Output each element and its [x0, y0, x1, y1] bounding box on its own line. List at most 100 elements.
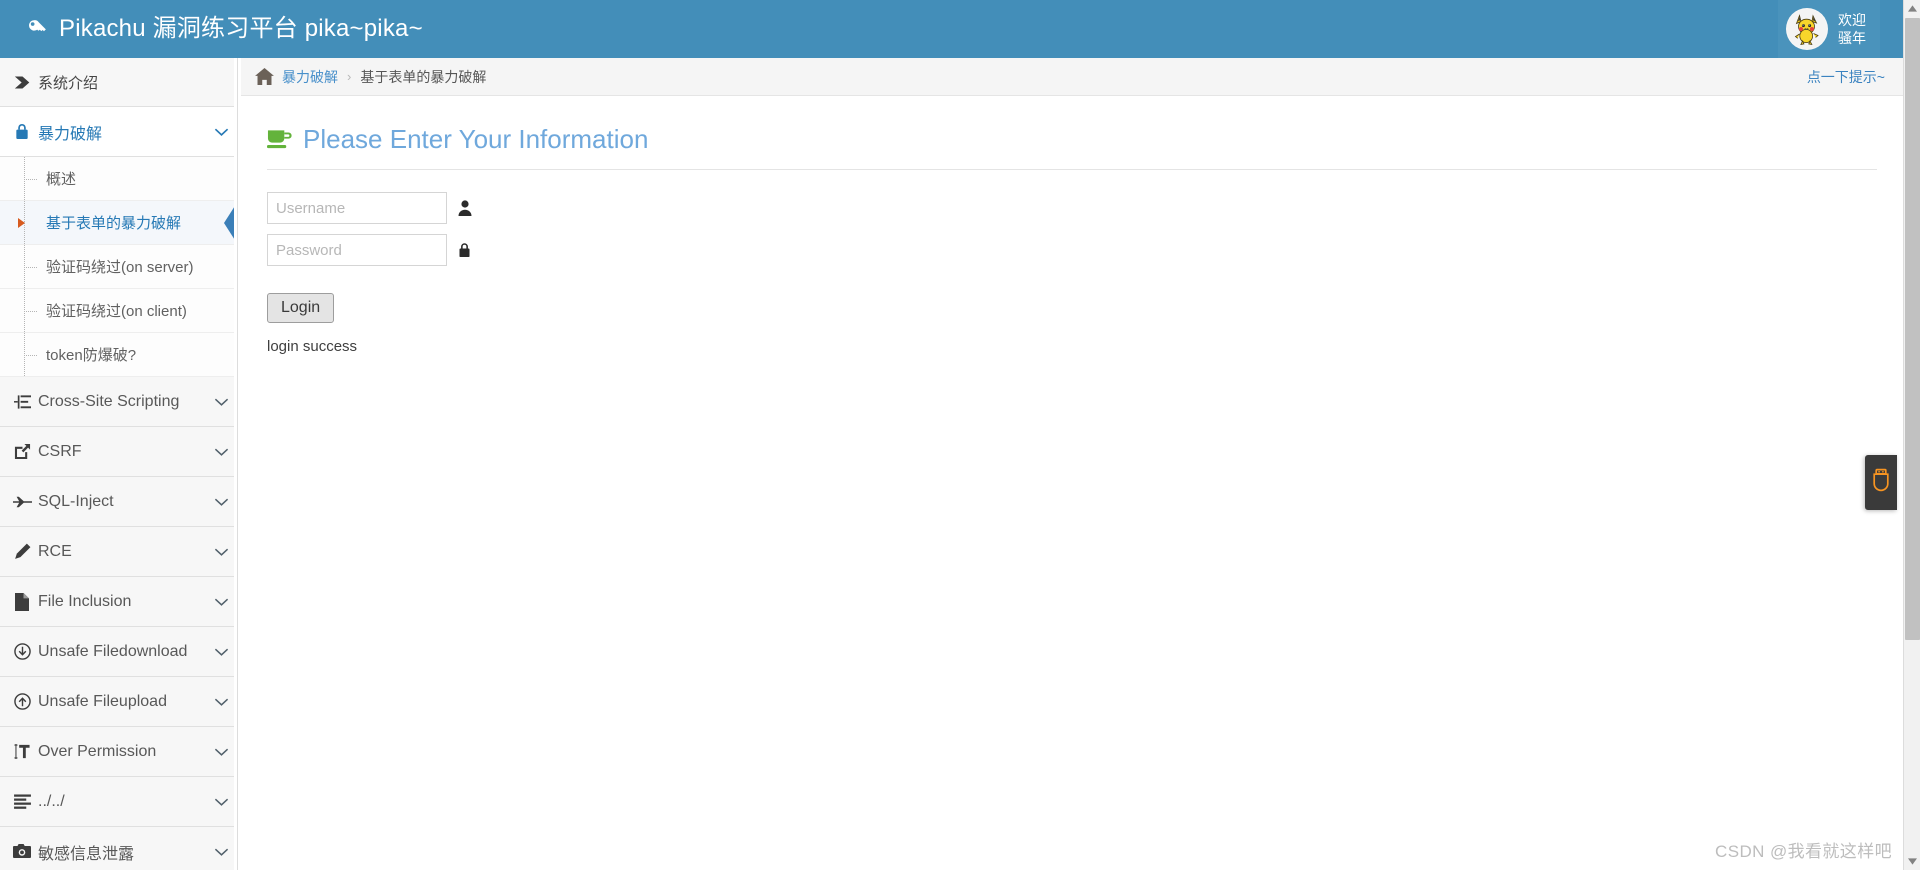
sidebar-group-unsafe-filedownload-label: Unsafe Filedownload	[38, 642, 188, 660]
chevron-down-icon	[205, 747, 237, 757]
xss-icon	[11, 394, 33, 410]
chevron-down-icon	[205, 397, 237, 407]
sidebar-group-file-inclusion[interactable]: File Inclusion	[0, 577, 237, 627]
csrf-icon	[11, 443, 33, 460]
pikachu-avatar	[1786, 8, 1828, 50]
password-input[interactable]	[267, 234, 447, 266]
sidebar-group-path-traversal-label: ../../	[38, 792, 65, 810]
sidebar-subitem-captcha-server-label: 验证码绕过(on server)	[46, 259, 194, 276]
brand: Pikachu 漏洞练习平台 pika~pika~	[26, 17, 423, 41]
coffee-cup-icon	[267, 129, 292, 151]
text-height-icon	[11, 743, 33, 760]
tree-tick	[24, 266, 37, 268]
chevron-down-icon	[205, 697, 237, 707]
sidebar-group-unsafe-fileupload-label: Unsafe Fileupload	[38, 692, 167, 710]
sidebar-group-xss-label: Cross-Site Scripting	[38, 392, 180, 410]
sidebar: 系统介绍 暴力破解 概述 基于表单的暴力破解 验证码绕过(on server) …	[0, 58, 238, 870]
password-row	[267, 234, 1877, 266]
camera-icon	[11, 844, 33, 859]
sidebar-group-path-traversal[interactable]: ../../	[0, 777, 237, 827]
welcome-text: 欢迎 骚年	[1838, 11, 1866, 47]
key-icon	[26, 17, 50, 41]
user-icon	[458, 200, 472, 216]
top-header: Pikachu 漏洞练习平台 pika~pika~ 欢迎 骚年	[0, 0, 1903, 58]
sidebar-subitem-captcha-client-label: 验证码绕过(on client)	[46, 303, 187, 320]
usb-drive-tab-button[interactable]	[1865, 455, 1897, 510]
breadcrumb-bar: 暴力破解 › 基于表单的暴力破解 点一下提示~	[241, 58, 1903, 96]
chevron-down-icon	[205, 597, 237, 607]
tag-icon	[11, 74, 33, 91]
hint-link[interactable]: 点一下提示~	[1807, 67, 1885, 87]
file-icon	[11, 592, 33, 611]
breadcrumb: 暴力破解 › 基于表单的暴力破解	[255, 67, 486, 87]
chevron-down-icon	[205, 797, 237, 807]
chevron-down-icon	[205, 647, 237, 657]
tree-tick	[24, 178, 37, 180]
lock-icon	[458, 242, 471, 258]
username-row	[267, 192, 1877, 224]
breadcrumb-separator: ›	[347, 69, 352, 84]
pencil-icon	[11, 543, 33, 560]
username-input[interactable]	[267, 192, 447, 224]
sidebar-subitem-token[interactable]: token防爆破?	[0, 333, 237, 377]
sidebar-group-brute-force[interactable]: 暴力破解	[0, 107, 237, 157]
sidebar-group-csrf[interactable]: CSRF	[0, 427, 237, 477]
chevron-down-icon	[205, 497, 237, 507]
sidebar-group-csrf-label: CSRF	[38, 442, 82, 460]
welcome-line2: 骚年	[1838, 30, 1866, 46]
scrollbar-up-arrow[interactable]	[1904, 0, 1920, 17]
brand-title: Pikachu 漏洞练习平台 pika~pika~	[59, 15, 423, 42]
sidebar-submenu-brute-force: 概述 基于表单的暴力破解 验证码绕过(on server) 验证码绕过(on c…	[0, 157, 237, 377]
sidebar-group-info-leak[interactable]: 敏感信息泄露	[0, 827, 237, 870]
chevron-down-icon	[205, 127, 237, 137]
sidebar-group-file-inclusion-label: File Inclusion	[38, 592, 132, 610]
breadcrumb-current: 基于表单的暴力破解	[360, 68, 487, 85]
tree-tick	[24, 354, 37, 356]
login-button[interactable]: Login	[267, 293, 335, 323]
sidebar-group-rce[interactable]: RCE	[0, 527, 237, 577]
welcome-line1: 欢迎	[1838, 12, 1866, 28]
sidebar-subitem-captcha-server[interactable]: 验证码绕过(on server)	[0, 245, 237, 289]
chevron-down-icon	[205, 547, 237, 557]
scrollbar-down-arrow[interactable]	[1904, 853, 1920, 870]
upload-icon	[11, 693, 33, 710]
active-bullet-icon	[18, 217, 25, 228]
sidebar-subitem-overview-label: 概述	[46, 171, 77, 188]
sidebar-group-unsafe-fileupload[interactable]: Unsafe Fileupload	[0, 677, 237, 727]
sidebar-item-intro[interactable]: 系统介绍	[0, 58, 237, 107]
sidebar-group-rce-label: RCE	[38, 542, 72, 560]
download-icon	[11, 643, 33, 660]
sidebar-subitem-form-brute-label: 基于表单的暴力破解	[46, 215, 182, 232]
align-left-icon	[11, 794, 33, 809]
breadcrumb-parent-link[interactable]: 暴力破解	[282, 67, 338, 87]
sidebar-group-sql-inject[interactable]: SQL-Inject	[0, 477, 237, 527]
page-root: Pikachu 漏洞练习平台 pika~pika~ 欢迎 骚年 系统介绍 暴力破…	[0, 0, 1920, 870]
sidebar-group-info-leak-label: 敏感信息泄露	[38, 845, 135, 863]
chevron-down-icon	[205, 847, 237, 857]
main-content: 暴力破解 › 基于表单的暴力破解 点一下提示~ Please Enter You…	[241, 58, 1903, 870]
sidebar-group-brute-force-label: 暴力破解	[38, 125, 103, 143]
scrollbar-thumb[interactable]	[1905, 18, 1920, 640]
sidebar-subitem-overview[interactable]: 概述	[0, 157, 237, 201]
panel-title-text: Please Enter Your Information	[303, 124, 649, 154]
sidebar-subitem-token-label: token防爆破?	[46, 347, 137, 364]
panel-title: Please Enter Your Information	[267, 124, 1877, 170]
user-menu[interactable]: 欢迎 骚年	[1778, 0, 1880, 58]
sidebar-group-xss[interactable]: Cross-Site Scripting	[0, 377, 237, 427]
lock-icon	[11, 123, 33, 140]
plane-icon	[11, 495, 33, 509]
page-scrollbar[interactable]	[1903, 0, 1920, 870]
login-result-message: login success	[267, 338, 358, 355]
tree-tick	[24, 310, 37, 312]
sidebar-group-unsafe-filedownload[interactable]: Unsafe Filedownload	[0, 627, 237, 677]
chevron-down-icon	[205, 447, 237, 457]
usb-drive-icon	[1872, 468, 1890, 497]
login-form: Login login success	[267, 192, 1877, 355]
home-icon[interactable]	[255, 68, 274, 85]
sidebar-group-over-permission[interactable]: Over Permission	[0, 727, 237, 777]
sidebar-subitem-form-brute[interactable]: 基于表单的暴力破解	[0, 201, 237, 245]
login-panel: Please Enter Your Information Username L…	[241, 96, 1903, 355]
sidebar-group-over-permission-label: Over Permission	[38, 742, 157, 760]
sidebar-subitem-captcha-client[interactable]: 验证码绕过(on client)	[0, 289, 237, 333]
sidebar-group-sql-inject-label: SQL-Inject	[38, 492, 114, 510]
